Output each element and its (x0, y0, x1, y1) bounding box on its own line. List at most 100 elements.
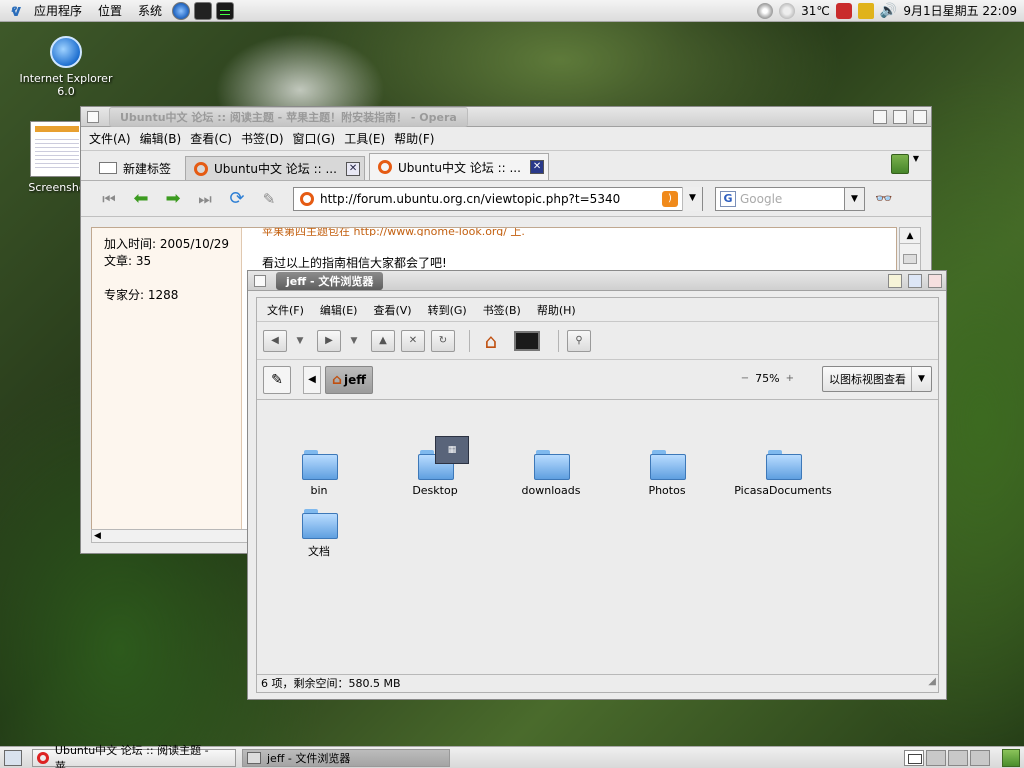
close-tab-icon[interactable]: ✕ (530, 160, 545, 174)
menu-file[interactable]: 文件(A) (89, 130, 131, 147)
weather-icon[interactable] (779, 2, 796, 19)
forward-history-dropdown-icon[interactable]: ▼ (347, 336, 361, 346)
tab-forum-2[interactable]: Ubuntu中文 论坛 :: ... ✕ (369, 153, 550, 180)
scroll-up-icon[interactable]: ▲ (900, 228, 920, 244)
address-dropdown-button[interactable]: ▼ (682, 186, 702, 211)
taskbar-item-opera[interactable]: Ubuntu中文 论坛 :: 阅读主题 - 苹... (32, 744, 236, 768)
file-item-bin[interactable]: bin (269, 450, 369, 497)
view-mode-select[interactable]: 以图标视图查看 ▼ (822, 366, 932, 392)
minimize-button[interactable] (888, 274, 902, 288)
forward-button[interactable]: ▶ (317, 329, 341, 352)
back-button[interactable]: ◀ (263, 329, 287, 352)
new-tab-icon (99, 162, 117, 174)
tab-forum-1[interactable]: Ubuntu中文 论坛 :: ... ✕ (185, 156, 366, 180)
address-bar[interactable]: http://forum.ubuntu.org.cn/viewtopic.php… (293, 186, 703, 211)
menu-places[interactable]: 位置 (90, 0, 130, 22)
path-button-home[interactable]: ⌂ jeff (325, 365, 374, 394)
workspace-4[interactable] (970, 749, 990, 766)
forward-button[interactable]: ➡ (161, 188, 185, 210)
maximize-button[interactable] (893, 110, 907, 124)
menu-edit[interactable]: 编辑(B) (140, 130, 182, 147)
workspace-3[interactable] (948, 749, 968, 766)
panel-clock[interactable]: 9月1日星期五 22:09 (903, 2, 1017, 19)
folder-icon (302, 509, 338, 539)
file-item-downloads[interactable]: downloads (501, 450, 601, 497)
window-menu-icon[interactable] (254, 274, 266, 287)
menu-file[interactable]: 文件(F) (267, 302, 304, 318)
show-desktop-icon[interactable] (4, 749, 22, 766)
file-item-label: PicasaDocuments (734, 484, 832, 497)
trash-menu-button[interactable]: ▼ (891, 154, 919, 176)
glasses-icon[interactable]: 👓 (875, 191, 892, 207)
menu-window[interactable]: 窗口(G) (293, 130, 336, 147)
search-field[interactable]: G Google (715, 186, 845, 211)
file-item-photos[interactable]: Photos (617, 450, 717, 497)
menu-tools[interactable]: 工具(E) (344, 130, 385, 147)
reload-button[interactable]: ↻ (431, 329, 455, 352)
taskbar-item-file-browser[interactable]: jeff - 文件浏览器 (242, 748, 450, 767)
security-shield-icon[interactable] (835, 2, 852, 19)
desktop-icon-ie[interactable]: Internet Explorer 6.0 (14, 36, 118, 98)
resize-grip-icon[interactable]: ◢ (928, 673, 936, 690)
back-button[interactable]: ⬅ (129, 188, 153, 210)
top-panel: ⱴ 应用程序 位置 系统 31℃ 🔊 9月1日星期五 22:09 (0, 0, 1024, 22)
menu-edit[interactable]: 编辑(E) (320, 302, 358, 318)
rss-feed-icon[interactable]: ) (662, 190, 678, 207)
workspace-1[interactable] (904, 749, 924, 766)
cd-icon[interactable] (757, 2, 774, 19)
system-monitor-launcher-icon[interactable] (216, 1, 235, 20)
file-browser-toolbar: ◀ ▼ ▶ ▼ ▲ ✕ ↻ ⌂ ⚲ (257, 322, 938, 360)
window-menu-icon[interactable] (87, 110, 99, 123)
stop-button[interactable]: ✕ (401, 329, 425, 352)
window-title: jeff - 文件浏览器 (276, 271, 384, 290)
browser-launcher-icon[interactable] (172, 1, 191, 20)
terminal-launcher-icon[interactable] (194, 1, 213, 20)
ubuntu-logo-icon (300, 191, 314, 206)
search-dropdown-button[interactable]: ▼ (845, 186, 865, 211)
edit-location-button[interactable]: ✎ (263, 365, 291, 394)
volume-icon[interactable]: 🔊 (880, 3, 897, 19)
scroll-left-icon[interactable]: ◀ (94, 531, 101, 541)
computer-button[interactable] (514, 330, 540, 351)
minimize-button[interactable] (873, 110, 887, 124)
rewind-button[interactable]: ⏮ (97, 188, 121, 210)
file-item-documents[interactable]: 文档 (269, 509, 369, 559)
menu-help[interactable]: 帮助(H) (537, 302, 576, 318)
gnome-foot-icon[interactable]: ⱴ (6, 1, 26, 21)
file-browser-titlebar[interactable]: jeff - 文件浏览器 (248, 271, 946, 291)
google-icon[interactable]: G (720, 190, 736, 207)
close-button[interactable] (913, 110, 927, 124)
address-url[interactable]: http://forum.ubuntu.org.cn/viewtopic.php… (320, 192, 662, 206)
maximize-button[interactable] (908, 274, 922, 288)
up-button[interactable]: ▲ (371, 329, 395, 352)
menu-view[interactable]: 查看(C) (190, 130, 232, 147)
close-button[interactable] (928, 274, 942, 288)
menu-system[interactable]: 系统 (130, 0, 170, 22)
menu-go[interactable]: 转到(G) (428, 302, 467, 318)
fast-forward-button[interactable]: ⏭ (193, 188, 217, 210)
post-cut-line[interactable]: 苹果第四主题包在 http://www.gnome-look.org/ 上. (262, 228, 896, 236)
search-placeholder[interactable]: Google (740, 192, 844, 206)
back-history-dropdown-icon[interactable]: ▼ (293, 336, 307, 346)
workspace-2[interactable] (926, 749, 946, 766)
scroll-thumb[interactable] (903, 254, 917, 264)
search-button[interactable]: ⚲ (567, 329, 591, 352)
menu-bookmarks[interactable]: 书签(B) (483, 302, 521, 318)
menu-bookmarks[interactable]: 书签(D) (241, 130, 284, 147)
menu-help[interactable]: 帮助(F) (394, 130, 434, 147)
menu-applications[interactable]: 应用程序 (26, 0, 90, 22)
menu-view[interactable]: 查看(V) (373, 302, 411, 318)
new-tab-button[interactable]: 新建标签 (91, 156, 179, 180)
opera-titlebar[interactable]: Ubuntu中文 论坛 :: 阅读主题 - 苹果主题！附安装指南！ - Oper… (81, 106, 931, 127)
wand-button[interactable]: ✎ (257, 188, 281, 210)
reload-button[interactable]: ⟳ (225, 188, 249, 210)
zoom-in-button[interactable]: + (786, 373, 794, 384)
trash-icon[interactable] (1002, 748, 1020, 767)
status-text: 6 项，剩余空间：580.5 MB (261, 677, 401, 690)
file-item-picasadocuments[interactable]: PicasaDocuments (733, 450, 833, 497)
path-scroll-left-button[interactable]: ◀ (303, 365, 321, 394)
close-tab-icon[interactable]: ✕ (346, 161, 361, 176)
home-button[interactable]: ⌂ (478, 328, 504, 354)
notification-icon[interactable] (857, 2, 874, 19)
zoom-out-button[interactable]: − (741, 373, 749, 384)
